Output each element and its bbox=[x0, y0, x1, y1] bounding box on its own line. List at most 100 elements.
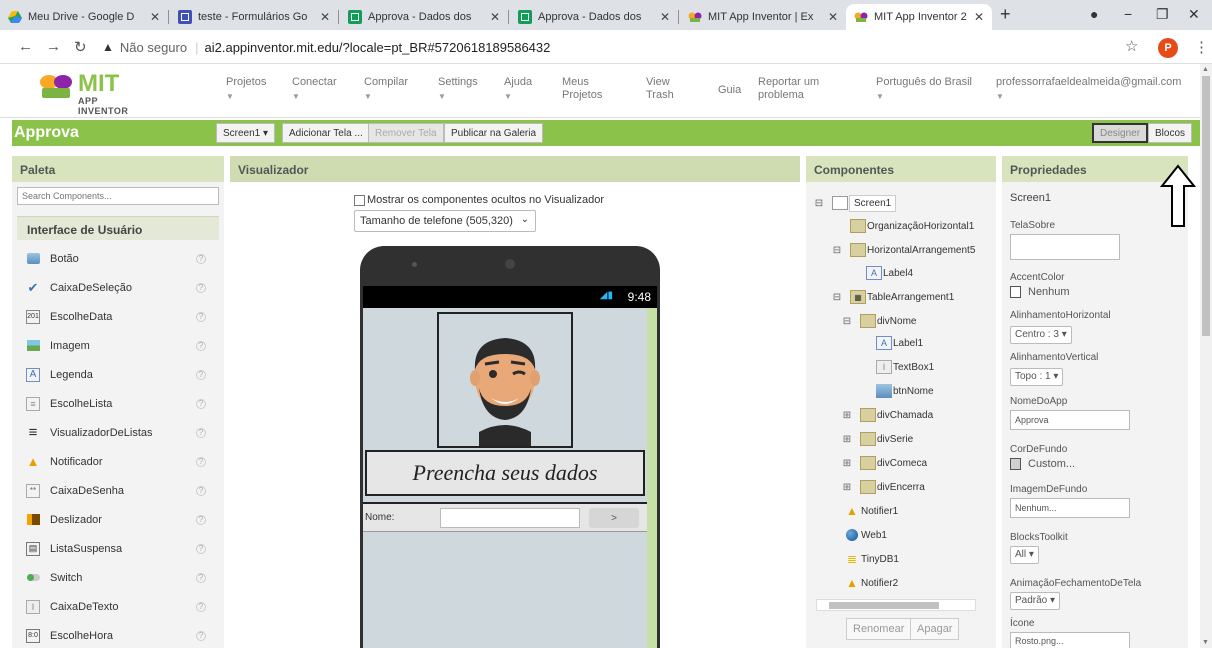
palette-item-textbox[interactable]: I CaixaDeTexto? bbox=[12, 592, 224, 621]
align-vertical-dropdown[interactable]: Topo : 1 ▾ bbox=[1010, 368, 1064, 386]
restore-icon[interactable]: ❐ bbox=[1156, 6, 1169, 23]
reload-icon[interactable]: ↻ bbox=[74, 38, 87, 56]
palette-item-switch[interactable]: Switch? bbox=[12, 563, 224, 592]
tree-item[interactable]: OrganizaçãoHorizontal1 bbox=[850, 217, 974, 235]
help-icon[interactable]: ? bbox=[196, 369, 206, 380]
help-icon[interactable]: ? bbox=[196, 630, 206, 641]
palette-item-datepicker[interactable]: 201 EscolheData? bbox=[12, 302, 224, 331]
profile-avatar[interactable]: P bbox=[1158, 38, 1178, 58]
rename-button[interactable]: Renomear bbox=[846, 618, 912, 640]
help-icon[interactable]: ? bbox=[196, 398, 206, 409]
help-icon[interactable]: ? bbox=[196, 543, 206, 554]
extension-icon[interactable]: ● bbox=[1090, 6, 1098, 22]
browser-tab[interactable]: teste - Formulários Go ✕ bbox=[170, 4, 338, 30]
help-icon[interactable]: ? bbox=[196, 427, 206, 438]
add-screen-button[interactable]: Adicionar Tela ... bbox=[282, 123, 370, 143]
tree-item[interactable]: Web1 bbox=[844, 526, 887, 544]
remove-screen-button[interactable]: Remover Tela bbox=[368, 123, 444, 143]
palette-item-timepicker[interactable]: 8:0 EscolheHora? bbox=[12, 621, 224, 648]
show-hidden-checkbox[interactable]: Mostrar os componentes ocultos no Visual… bbox=[354, 194, 604, 206]
help-icon[interactable]: ? bbox=[196, 282, 206, 293]
palette-item-slider[interactable]: Deslizador? bbox=[12, 505, 224, 534]
tree-item[interactable]: ⊞ divEncerra bbox=[842, 478, 925, 496]
browser-tab[interactable]: Approva - Dados dos ✕ bbox=[340, 4, 508, 30]
browser-tab[interactable]: Meu Drive - Google D ✕ bbox=[0, 4, 168, 30]
menu-compilar[interactable]: Compilar ▼ bbox=[364, 76, 408, 103]
close-tab-icon[interactable]: ✕ bbox=[320, 10, 330, 24]
page-scrollbar[interactable]: ▲ ▼ bbox=[1200, 64, 1212, 648]
tree-item[interactable]: I TextBox1 bbox=[876, 358, 934, 376]
tree-item[interactable]: ⊟ HorizontalArrangement5 bbox=[832, 241, 975, 259]
expand-icon[interactable]: ⊞ bbox=[842, 482, 852, 493]
blocks-toolkit-dropdown[interactable]: All ▾ bbox=[1010, 546, 1039, 564]
close-window-icon[interactable]: ✕ bbox=[1188, 6, 1200, 23]
bg-image-picker[interactable]: Nenhum... bbox=[1010, 498, 1130, 518]
collapse-icon[interactable]: ⊟ bbox=[814, 198, 824, 209]
close-tab-icon[interactable]: ✕ bbox=[974, 10, 984, 24]
delete-button[interactable]: Apagar bbox=[910, 618, 960, 640]
help-icon[interactable]: ? bbox=[196, 485, 206, 496]
help-icon[interactable]: ? bbox=[196, 311, 206, 322]
bookmark-star-icon[interactable]: ☆ bbox=[1125, 37, 1138, 55]
menu-conectar[interactable]: Conectar ▼ bbox=[292, 76, 337, 103]
menu-view-trash[interactable]: View Trash bbox=[646, 76, 686, 102]
collapse-icon[interactable]: ⊟ bbox=[842, 316, 852, 327]
mit-app-inventor-logo[interactable]: MIT APP INVENTOR bbox=[38, 70, 148, 116]
screen-select-button[interactable]: Screen1 ▾ bbox=[216, 123, 276, 143]
tree-item[interactable]: ⊟ divNome bbox=[842, 312, 916, 330]
expand-icon[interactable]: ⊞ bbox=[842, 434, 852, 445]
palette-item-image[interactable]: Imagem? bbox=[12, 331, 224, 360]
palette-item-label[interactable]: A Legenda? bbox=[12, 360, 224, 389]
app-name-input[interactable]: Approva bbox=[1010, 410, 1130, 430]
forward-icon[interactable]: → bbox=[46, 38, 61, 55]
palette-item-listpicker[interactable]: ≡ EscolheLista? bbox=[12, 389, 224, 418]
palette-item-passwordtextbox[interactable]: ** CaixaDeSenha? bbox=[12, 476, 224, 505]
menu-language[interactable]: Português do Brasil ▼ bbox=[876, 76, 972, 103]
help-icon[interactable]: ? bbox=[196, 514, 206, 525]
tree-item[interactable]: ≣ TinyDB1 bbox=[844, 550, 899, 568]
category-user-interface[interactable]: Interface de Usuário bbox=[17, 216, 219, 240]
bg-color-picker[interactable]: Custom... bbox=[1010, 458, 1075, 470]
submit-name-button[interactable]: > bbox=[589, 508, 639, 528]
menu-projetos[interactable]: Projetos ▼ bbox=[226, 76, 266, 103]
tree-item[interactable]: A Label4 bbox=[866, 264, 913, 282]
checkbox[interactable] bbox=[354, 194, 365, 206]
browser-tab[interactable]: Approva - Dados dos ✕ bbox=[510, 4, 678, 30]
palette-item-button[interactable]: Botão? bbox=[12, 244, 224, 273]
name-textbox[interactable] bbox=[440, 508, 580, 528]
tree-item[interactable]: ⊞ divComeca bbox=[842, 454, 927, 472]
close-animation-dropdown[interactable]: Padrão ▾ bbox=[1010, 592, 1061, 610]
close-tab-icon[interactable]: ✕ bbox=[828, 10, 838, 24]
close-tab-icon[interactable]: ✕ bbox=[660, 10, 670, 24]
help-icon[interactable]: ? bbox=[196, 456, 206, 467]
tree-item[interactable]: btnNome bbox=[876, 382, 934, 400]
tree-item[interactable]: ▲ Notifier2 bbox=[844, 574, 898, 592]
accent-color-picker[interactable]: Nenhum bbox=[1010, 286, 1070, 298]
tree-item-screen1[interactable]: ⊟ Screen1 bbox=[814, 194, 897, 212]
align-horizontal-dropdown[interactable]: Centro : 3 ▾ bbox=[1010, 326, 1072, 344]
back-icon[interactable]: ← bbox=[18, 38, 33, 55]
help-icon[interactable]: ? bbox=[196, 601, 206, 612]
palette-item-notifier[interactable]: ▲ Notificador? bbox=[12, 447, 224, 476]
collapse-icon[interactable]: ⊟ bbox=[832, 292, 842, 303]
close-tab-icon[interactable]: ✕ bbox=[150, 10, 160, 24]
tree-item[interactable]: A Label1 bbox=[876, 334, 923, 352]
palette-item-listview[interactable]: ≡ VisualizadorDeListas? bbox=[12, 418, 224, 447]
help-icon[interactable]: ? bbox=[196, 253, 206, 264]
horizontal-scrollbar[interactable] bbox=[816, 599, 976, 611]
menu-ajuda[interactable]: Ajuda ▼ bbox=[504, 76, 532, 103]
designer-button[interactable]: Designer bbox=[1092, 123, 1149, 143]
avatar-image[interactable] bbox=[437, 312, 573, 448]
help-icon[interactable]: ? bbox=[196, 572, 206, 583]
publish-gallery-button[interactable]: Publicar na Galeria bbox=[444, 123, 544, 143]
collapse-icon[interactable]: ⊟ bbox=[832, 245, 842, 256]
menu-guia[interactable]: Guia bbox=[718, 84, 741, 97]
blocks-button[interactable]: Blocos bbox=[1148, 123, 1193, 143]
tree-item[interactable]: ⊞ divSerie bbox=[842, 430, 913, 448]
browser-tab[interactable]: MIT App Inventor | Ex ✕ bbox=[680, 4, 846, 30]
help-icon[interactable]: ? bbox=[196, 340, 206, 351]
about-screen-textarea[interactable] bbox=[1010, 234, 1120, 260]
menu-meus-projetos[interactable]: Meus Projetos bbox=[562, 76, 612, 102]
url-input[interactable]: ▲ Não seguro | ai2.appinventor.mit.edu/?… bbox=[102, 34, 1162, 60]
expand-icon[interactable]: ⊞ bbox=[842, 410, 852, 421]
